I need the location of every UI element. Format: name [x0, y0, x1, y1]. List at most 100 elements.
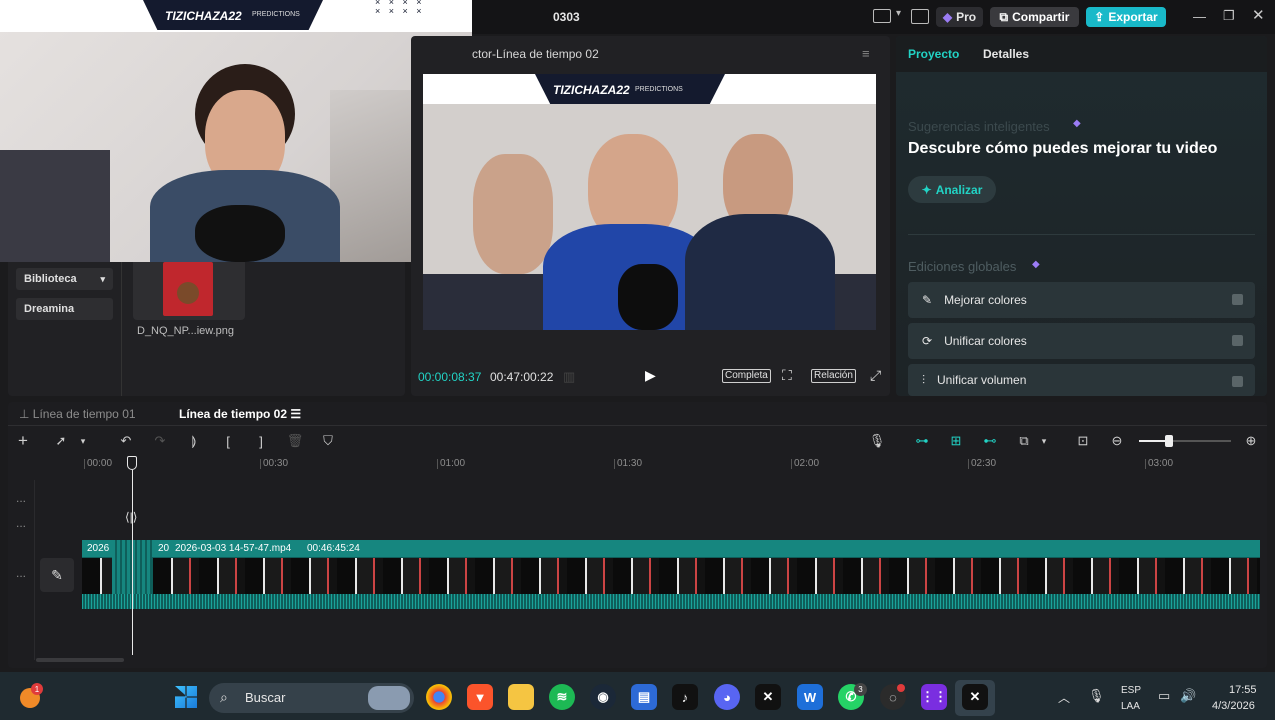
playhead-handle[interactable]	[127, 456, 137, 470]
close-icon[interactable]: ✕	[1252, 6, 1265, 24]
tiktok-icon[interactable]: ♪	[672, 684, 698, 710]
pro-label: Pro	[956, 10, 977, 24]
magnet-icon[interactable]: ⊞	[947, 432, 965, 450]
capcut-active-icon[interactable]: ✕	[962, 684, 988, 710]
track-menu[interactable]: ...	[16, 491, 26, 505]
zoom-out-icon[interactable]: ⊖	[1108, 432, 1126, 450]
steam-icon[interactable]: ◉	[590, 684, 616, 710]
redo-icon[interactable]: ↷	[151, 432, 169, 450]
cursor-icon[interactable]: ➚	[52, 432, 70, 450]
unify-colors-row[interactable]: ⟳ Unificar colores	[908, 323, 1255, 359]
export-button[interactable]: ⇪ Exportar	[1086, 7, 1166, 27]
fullscreen-icon[interactable]: ⤢	[870, 367, 881, 384]
chevron-down-icon[interactable]: ▾	[1035, 432, 1053, 450]
shield-icon[interactable]: ⛉	[319, 432, 337, 450]
undo-icon[interactable]: ↶	[117, 432, 135, 450]
ratio-button[interactable]: Relación	[811, 369, 856, 383]
play-icon[interactable]: ▶	[645, 367, 656, 384]
snapshot-icon[interactable]: ⛶	[782, 367, 792, 384]
ruler-tick: 01:00	[436, 458, 466, 469]
share-button[interactable]: ⧉ Compartir	[990, 7, 1079, 27]
fit-icon[interactable]: ⊡	[1074, 432, 1092, 450]
playhead-line[interactable]	[132, 470, 133, 655]
link-icon[interactable]: ⊶	[913, 432, 931, 450]
clock-time[interactable]: 17:55	[1229, 684, 1257, 696]
capcut-icon[interactable]: ✕	[755, 684, 781, 710]
share-label: Compartir	[1012, 10, 1070, 24]
webcam-channel-name: TIZICHAZA22	[165, 9, 242, 23]
diamond-icon: ◆	[1032, 259, 1040, 270]
analyze-button[interactable]: ✦ Analizar	[908, 176, 996, 203]
clip-label-short-2: 20	[158, 543, 170, 554]
apps-grid-icon[interactable]: ⋮⋮	[921, 684, 947, 710]
unify-colors-toggle[interactable]	[1232, 335, 1243, 346]
tab-details[interactable]: Detalles	[983, 47, 1029, 61]
microphone-icon[interactable]: 🎙	[868, 432, 886, 450]
track-menu[interactable]: ...	[16, 516, 26, 530]
video-preview[interactable]	[423, 74, 876, 330]
lang-primary[interactable]: ESP	[1121, 685, 1141, 696]
overlay-badge: PREDICTIONS	[635, 86, 683, 93]
menu-icon: ☰	[287, 407, 302, 421]
media-file-name[interactable]: D_NQ_NP...iew.png	[137, 325, 234, 337]
menu-icon[interactable]: ≡	[862, 46, 870, 61]
tray-chevron-icon[interactable]: ︿	[1058, 689, 1070, 706]
tab-timeline-01[interactable]: ⊥ Línea de tiempo 01	[19, 407, 136, 421]
chrome-icon[interactable]	[426, 684, 452, 710]
tab-timeline-02[interactable]: Línea de tiempo 02 ☰	[179, 407, 301, 421]
notification-badge: 1	[31, 683, 43, 695]
library-tab[interactable]: Biblioteca ▾	[16, 268, 113, 290]
dreamina-tab[interactable]: Dreamina	[16, 298, 113, 320]
delete-icon[interactable]: 🗑	[286, 432, 304, 450]
zoom-slider[interactable]	[1139, 440, 1231, 442]
trim-right-icon[interactable]: ]	[252, 432, 270, 450]
tab-project[interactable]: Proyecto	[908, 47, 959, 61]
minimize-icon[interactable]: —	[1193, 9, 1206, 24]
network-icon[interactable]: ▭	[1158, 688, 1170, 704]
keyboard-icon[interactable]	[911, 9, 929, 24]
enhance-colors-toggle[interactable]	[1232, 294, 1243, 305]
ruler-tick: 00:00	[83, 458, 113, 469]
enhance-colors-label: Mejorar colores	[944, 293, 1027, 307]
trim-left-icon[interactable]: [	[219, 432, 237, 450]
total-time: 00:47:00:22	[490, 370, 554, 384]
unify-colors-label: Unificar colores	[944, 334, 1027, 348]
player-title: ctor-Línea de tiempo 02	[472, 47, 599, 61]
search-icon: ⌕	[220, 689, 228, 705]
unify-volume-toggle[interactable]	[1232, 376, 1243, 387]
microphone-icon[interactable]: 🎙	[1088, 688, 1105, 704]
brave-icon[interactable]: ▼	[467, 684, 493, 710]
discord-icon[interactable]: ◕	[714, 684, 740, 710]
zoom-in-icon[interactable]: ⊕	[1242, 432, 1260, 450]
lang-secondary[interactable]: LAA	[1121, 701, 1140, 712]
volume-icon[interactable]: 🔊	[1180, 688, 1196, 704]
ruler-tick: 02:00	[790, 458, 820, 469]
store-icon[interactable]: ▤	[631, 684, 657, 710]
clock-date[interactable]: 4/3/2026	[1212, 700, 1255, 712]
word-icon[interactable]: W	[797, 684, 823, 710]
spotify-icon[interactable]: ≋	[549, 684, 575, 710]
chevron-down-icon[interactable]: ▾	[896, 8, 901, 19]
layout-icon[interactable]	[873, 9, 891, 23]
snap-icon[interactable]: ⊷	[981, 432, 999, 450]
sparkle-icon: ✦	[921, 182, 932, 197]
clip-thumbnails	[153, 558, 1260, 594]
edit-cover-icon[interactable]: ✎	[40, 558, 74, 592]
track-menu[interactable]: ...	[16, 566, 26, 580]
file-explorer-icon[interactable]	[508, 684, 534, 710]
grid-icon[interactable]: ▥	[563, 369, 575, 385]
horizontal-scrollbar[interactable]	[36, 658, 124, 662]
full-quality-button[interactable]: Completa	[722, 369, 771, 383]
dreamina-label: Dreamina	[24, 303, 75, 315]
split-icon[interactable]: ⟭	[185, 432, 203, 450]
add-icon[interactable]: +	[14, 431, 32, 450]
search-highlight-icon	[368, 686, 410, 710]
enhance-colors-row[interactable]: ✎ Mejorar colores	[908, 282, 1255, 318]
chevron-down-icon[interactable]: ▾	[74, 432, 92, 450]
unify-volume-row[interactable]: ⫶ Unificar volumen	[908, 364, 1255, 396]
preview-axis-icon[interactable]: ⧉	[1015, 432, 1033, 450]
zoom-slider-handle[interactable]	[1165, 435, 1173, 447]
media-thumbnail[interactable]	[163, 262, 213, 316]
pro-button[interactable]: ◆ Pro	[936, 7, 983, 27]
restore-icon[interactable]: ❐	[1223, 8, 1235, 24]
